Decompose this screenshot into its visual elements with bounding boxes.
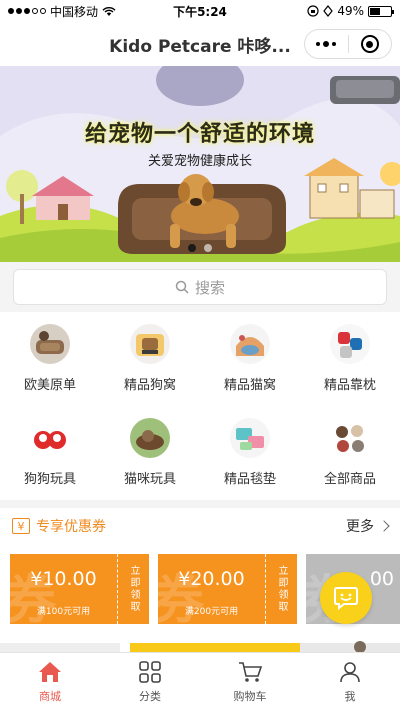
status-bar: 中国移动 下午5:24 49% xyxy=(0,0,400,22)
pillow-thumbnail xyxy=(330,324,370,364)
blanket-thumbnail xyxy=(230,418,270,458)
category-label: 精品靠枕 xyxy=(323,378,376,393)
tab-label: 购物车 xyxy=(233,690,267,703)
claim-coupon-button[interactable]: 立即领取 xyxy=(117,554,149,624)
tab-label: 商城 xyxy=(39,690,61,703)
profile-icon xyxy=(340,662,360,683)
category-item-cat-bed[interactable]: 精品猫窝 xyxy=(200,312,300,406)
promo-banner[interactable]: 给宠物一个舒适的环境 关爱宠物健康成长 xyxy=(0,66,400,262)
orientation-lock-icon xyxy=(307,5,319,17)
bottom-tab-bar: 商城 分类 购物车 我 xyxy=(0,652,400,711)
banner-pagination xyxy=(0,244,400,252)
more-label: 更多 xyxy=(346,519,374,535)
category-icon xyxy=(139,661,161,683)
more-dots-icon xyxy=(316,41,337,47)
coupon-condition: 满200元可用 xyxy=(184,607,239,617)
signal-icon xyxy=(8,8,46,14)
category-label: 精品猫窝 xyxy=(223,378,276,393)
search-placeholder: 搜索 xyxy=(194,278,225,297)
banner-headline: 给宠物一个舒适的环境 xyxy=(84,121,315,147)
category-label: 全部商品 xyxy=(323,472,376,487)
nav-bar: Kido Petcare 咔哆... xyxy=(0,22,400,66)
more-coupons-link[interactable]: 更多 xyxy=(346,516,390,536)
mini-program-capsule xyxy=(304,29,392,59)
cat-bed-thumbnail xyxy=(230,324,270,364)
category-item-all-products[interactable]: 全部商品 xyxy=(300,406,400,500)
coupon-condition: 满100元可用 xyxy=(36,607,91,617)
category-item-blanket[interactable]: 精品毯垫 xyxy=(200,406,300,500)
category-item-dog-bed[interactable]: 精品狗窝 xyxy=(100,312,200,406)
dog-bed-thumbnail xyxy=(30,324,70,364)
category-label: 狗狗玩具 xyxy=(23,472,76,487)
home-icon xyxy=(39,662,61,682)
chevron-right-icon xyxy=(378,520,390,532)
category-label: 猫咪玩具 xyxy=(123,472,176,487)
carrier-label: 中国移动 xyxy=(50,4,99,19)
more-menu-button[interactable] xyxy=(305,30,348,58)
close-target-icon xyxy=(360,35,379,53)
status-left: 中国移动 xyxy=(8,3,116,20)
product-strip-art xyxy=(0,641,400,652)
coupon-body: 券 ¥20.00 满200元可用 xyxy=(158,554,265,624)
category-item-dog-toy[interactable]: 狗狗玩具 xyxy=(0,406,100,500)
category-grid: 欧美原单 精品狗窝 精品猫窝 精品靠枕 狗狗玩具 猫咪玩具 精品毯垫 全部商品 xyxy=(0,312,400,500)
coupon-body: 券 ¥10.00 满100元可用 xyxy=(10,554,117,624)
category-label: 精品毯垫 xyxy=(223,472,276,487)
claim-label: 立即领取 xyxy=(128,565,139,613)
cart-icon xyxy=(239,662,263,682)
banner-dot-1[interactable] xyxy=(188,244,196,252)
coupon-section-title: 专享优惠券 xyxy=(36,519,106,535)
category-item-cat-toy[interactable]: 猫咪玩具 xyxy=(100,406,200,500)
battery-icon xyxy=(368,5,394,17)
tab-cart[interactable]: 购物车 xyxy=(200,653,300,711)
coupon-icon: ¥ xyxy=(12,518,30,534)
wifi-icon xyxy=(102,6,116,16)
banner-dot-2[interactable] xyxy=(204,244,212,252)
coupon-card[interactable]: 券 ¥20.00 满200元可用 立即领取 xyxy=(158,554,297,624)
tab-label: 我 xyxy=(344,690,356,703)
tab-category[interactable]: 分类 xyxy=(100,653,200,711)
product-strip-preview xyxy=(0,638,400,652)
coupon-amount: ¥20.00 xyxy=(178,568,245,590)
banner-subtitle: 关爱宠物健康成长 xyxy=(147,154,252,169)
category-item-oumei[interactable]: 欧美原单 xyxy=(0,312,100,406)
alarm-icon xyxy=(323,5,334,17)
cat-toy-thumbnail xyxy=(130,418,170,458)
category-item-pillow[interactable]: 精品靠枕 xyxy=(300,312,400,406)
page-title: Kido Petcare 咔哆... xyxy=(109,36,291,57)
close-mini-program-button[interactable] xyxy=(349,30,392,58)
all-products-thumbnail xyxy=(330,418,370,458)
category-label: 欧美原单 xyxy=(23,378,76,393)
category-label: 精品狗窝 xyxy=(123,378,176,393)
coupon-section-header: ¥ 专享优惠券 更多 xyxy=(0,508,400,544)
search-area: 搜索 xyxy=(0,262,400,312)
tab-profile[interactable]: 我 xyxy=(300,653,400,711)
dog-bed-thumbnail xyxy=(130,324,170,364)
status-right: 49% xyxy=(307,4,394,18)
chat-smile-icon xyxy=(334,587,358,611)
tab-label: 分类 xyxy=(139,690,161,703)
tab-home[interactable]: 商城 xyxy=(0,653,100,711)
coupon-card[interactable]: 券 ¥10.00 满100元可用 立即领取 xyxy=(10,554,149,624)
customer-service-button[interactable] xyxy=(320,572,372,624)
search-input[interactable]: 搜索 xyxy=(13,269,387,305)
battery-percent: 49% xyxy=(337,4,364,18)
dog-toy-thumbnail xyxy=(30,418,70,458)
coupon-amount: ¥10.00 xyxy=(30,568,97,590)
search-icon xyxy=(175,280,189,294)
claim-label: 立即领取 xyxy=(276,565,287,613)
claim-coupon-button[interactable]: 立即领取 xyxy=(265,554,297,624)
